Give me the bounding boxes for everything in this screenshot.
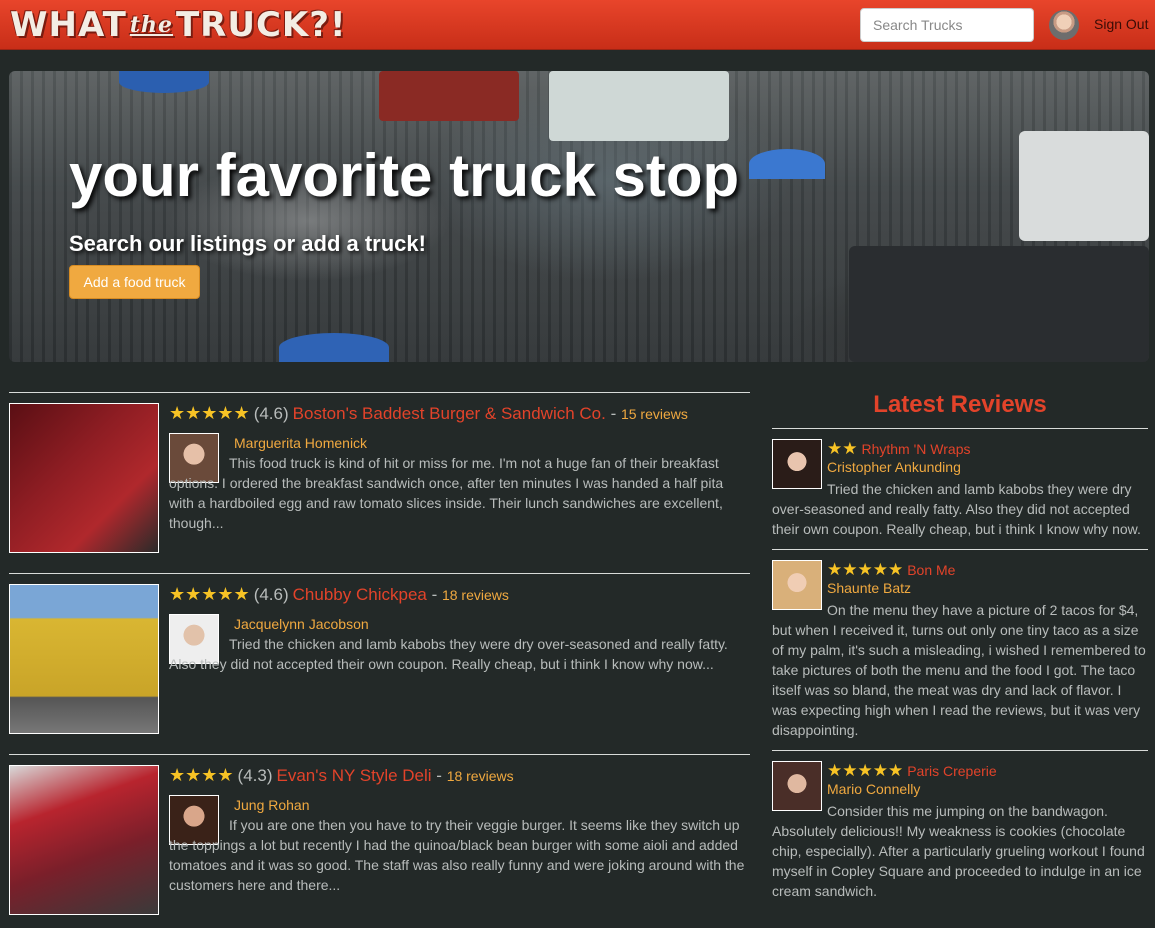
hero-umbrella-left xyxy=(119,71,209,93)
logo-word-truck: TRUCK?! xyxy=(175,5,347,45)
hero-truck-right xyxy=(1019,131,1149,241)
truck-name-link[interactable]: Chubby Chickpea xyxy=(293,585,427,604)
reviewer-name[interactable]: Shaunte Batz xyxy=(772,580,1148,600)
latest-reviews-sidebar: Latest Reviews ★★ Rhythm 'N Wraps Cristop… xyxy=(772,390,1148,901)
hero-truck-dark xyxy=(849,246,1149,362)
truck-image[interactable] xyxy=(9,765,159,915)
truck-name-link[interactable]: Bon Me xyxy=(907,562,955,578)
hero-umbrella-center xyxy=(749,149,825,179)
truck-image[interactable] xyxy=(9,403,159,553)
separator: - xyxy=(605,404,621,423)
review-excerpt: Tried the chicken and lamb kabobs they w… xyxy=(169,636,728,672)
truck-header: ★★★★★ (4.6) Boston's Baddest Burger & Sand… xyxy=(169,403,688,425)
latest-review-header: ★★★★★ Paris Creperie xyxy=(772,761,1148,781)
add-food-truck-button[interactable]: Add a food truck xyxy=(69,265,200,299)
hero-truck-white xyxy=(549,71,729,141)
separator: - xyxy=(431,766,447,785)
rating-value: (4.6) xyxy=(253,404,289,423)
hero-umbrella-bottom xyxy=(279,333,389,362)
reviewer-avatar[interactable] xyxy=(772,560,822,610)
rating-stars: ★★★★ xyxy=(169,765,234,785)
truck-name-link[interactable]: Evan's NY Style Deli xyxy=(277,766,432,785)
rating-value: (4.3) xyxy=(237,766,273,785)
logo-word-the: the xyxy=(129,12,173,38)
reviewer-name[interactable]: Jacquelynn Jacobson xyxy=(234,616,369,632)
hero-title: your favorite truck stop xyxy=(69,142,740,209)
truck-card: ★★★★★ (4.6) Chubby Chickpea - 18 reviews J… xyxy=(9,573,750,754)
reviewer-name[interactable]: Jung Rohan xyxy=(234,797,310,813)
reviewer-name[interactable]: Cristopher Ankunding xyxy=(772,459,1148,479)
rating-stars: ★★★★★ xyxy=(169,584,250,604)
truck-card: ★★★★ (4.3) Evan's NY Style Deli - 18 revie… xyxy=(9,754,750,928)
truck-name-link[interactable]: Rhythm 'N Wraps xyxy=(861,441,970,457)
truck-header: ★★★★ (4.3) Evan's NY Style Deli - 18 revie… xyxy=(169,765,514,787)
rating-stars: ★★ xyxy=(827,439,858,458)
rating-value: (4.6) xyxy=(253,585,289,604)
site-logo[interactable]: WHAT theTRUCK?! xyxy=(10,5,347,45)
hero-banner: your favorite truck stop Search our list… xyxy=(9,71,1149,362)
truck-name-link[interactable]: Paris Creperie xyxy=(907,763,996,779)
truck-card: ★★★★★ (4.6) Boston's Baddest Burger & Sand… xyxy=(9,392,750,573)
sign-out-link[interactable]: Sign Out xyxy=(1094,16,1148,32)
truck-header: ★★★★★ (4.6) Chubby Chickpea - 18 reviews xyxy=(169,584,509,606)
logo-word-what: WHAT xyxy=(10,5,127,45)
truck-listing: ★★★★★ (4.6) Boston's Baddest Burger & Sand… xyxy=(9,392,750,928)
hero-truck-cuban xyxy=(379,71,519,121)
reviewer-name[interactable]: Marguerita Homenick xyxy=(234,435,367,451)
search-input[interactable] xyxy=(860,8,1034,42)
review-excerpt: If you are one then you have to try thei… xyxy=(169,817,745,893)
latest-review-header: ★★ Rhythm 'N Wraps xyxy=(772,439,1148,459)
reviewer-avatar[interactable] xyxy=(772,439,822,489)
rating-stars: ★★★★★ xyxy=(827,560,904,579)
hero-subtitle: Search our listings or add a truck! xyxy=(69,231,426,256)
latest-review-item: ★★ Rhythm 'N Wraps Cristopher Ankunding T… xyxy=(772,428,1148,549)
review-count[interactable]: 18 reviews xyxy=(442,587,509,603)
truck-image[interactable] xyxy=(9,584,159,734)
review-count[interactable]: 15 reviews xyxy=(621,406,688,422)
review-text: Tried the chicken and lamb kabobs they w… xyxy=(772,481,1141,537)
reviewer-avatar[interactable] xyxy=(772,761,822,811)
review-count[interactable]: 18 reviews xyxy=(447,768,514,784)
rating-stars: ★★★★★ xyxy=(827,761,904,780)
review-text: Consider this me jumping on the bandwago… xyxy=(772,803,1145,899)
latest-review-item: ★★★★★ Paris Creperie Mario Connelly Consi… xyxy=(772,750,1148,901)
reviewer-name[interactable]: Mario Connelly xyxy=(772,781,1148,801)
truck-name-link[interactable]: Boston's Baddest Burger & Sandwich Co. xyxy=(293,404,606,423)
review-text: On the menu they have a picture of 2 tac… xyxy=(772,602,1146,738)
review-excerpt: This food truck is kind of hit or miss f… xyxy=(169,455,724,531)
latest-review-header: ★★★★★ Bon Me xyxy=(772,560,1148,580)
top-navbar: WHATtheTRUCK?! Sign Out xyxy=(0,0,1155,50)
user-avatar[interactable] xyxy=(1049,10,1079,40)
latest-reviews-title: Latest Reviews xyxy=(873,391,1047,418)
latest-review-item: ★★★★★ Bon Me Shaunte Batz On the menu the… xyxy=(772,549,1148,750)
separator: - xyxy=(426,585,442,604)
rating-stars: ★★★★★ xyxy=(169,403,250,423)
